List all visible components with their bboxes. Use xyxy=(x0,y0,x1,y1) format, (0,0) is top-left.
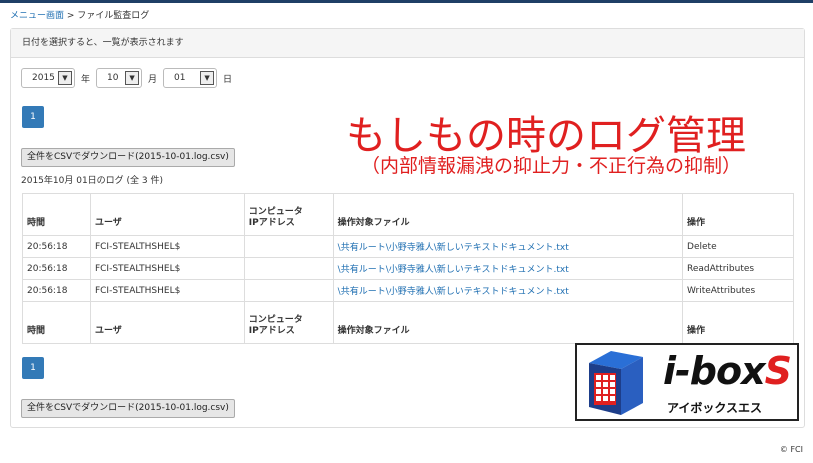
header-computer-line2: IPアドレス xyxy=(248,218,295,228)
cell-file: \共有ルート\小野寺雅人\新しいテキストドキュメント.txt xyxy=(332,257,684,280)
cell-operation: WriteAttributes xyxy=(682,279,794,302)
cell-operation: ReadAttributes xyxy=(682,257,794,280)
breadcrumb-current: ファイル監査ログ xyxy=(77,11,150,21)
table-header-row: 時間 ユーザ コンピュータ IPアドレス 操作対象ファイル 操作 xyxy=(22,193,794,236)
pagination-page-top[interactable]: 1 xyxy=(22,106,44,128)
footer-computer-line2: IPアドレス xyxy=(248,326,295,336)
cell-user: FCI-STEALTHSHEL$ xyxy=(89,279,245,302)
table-row: 20:56:18 FCI-STEALTHSHEL$ \共有ルート\小野寺雅人\新… xyxy=(22,235,794,258)
footer-file: 操作対象ファイル xyxy=(332,301,684,344)
header-user: ユーザ xyxy=(89,193,245,236)
table-footer-row: 時間 ユーザ コンピュータ IPアドレス 操作対象ファイル 操作 xyxy=(22,301,794,344)
cell-user: FCI-STEALTHSHEL$ xyxy=(89,257,245,280)
month-value: 10 xyxy=(107,73,119,83)
file-link[interactable]: \共有ルート\小野寺雅人\新しいテキストドキュメント.txt xyxy=(338,265,569,275)
logo-kana: アイボックスエス xyxy=(667,401,763,415)
download-csv-button-top[interactable]: 全件をCSVでダウンロード(2015-10-01.log.csv) xyxy=(21,148,235,167)
cell-time: 20:56:18 xyxy=(22,235,91,258)
year-label: 年 xyxy=(81,74,91,85)
cell-file: \共有ルート\小野寺雅人\新しいテキストドキュメント.txt xyxy=(332,235,684,258)
top-bar xyxy=(0,0,813,3)
log-table: 時間 ユーザ コンピュータ IPアドレス 操作対象ファイル 操作 20:56:18… xyxy=(22,193,794,344)
logo-wordmark-s: S xyxy=(764,349,792,393)
chevron-down-icon: ▼ xyxy=(58,71,72,85)
file-link[interactable]: \共有ルート\小野寺雅人\新しいテキストドキュメント.txt xyxy=(338,287,569,297)
table-row: 20:56:18 FCI-STEALTHSHEL$ \共有ルート\小野寺雅人\新… xyxy=(22,257,794,280)
breadcrumb: メニュー画面 > ファイル監査ログ xyxy=(10,8,149,21)
header-computer-line1: コンピュータ xyxy=(248,207,303,217)
cell-time: 20:56:18 xyxy=(22,257,91,280)
ibox-logo: i-boxS アイボックスエス xyxy=(575,343,799,421)
day-select[interactable]: 01 ▼ xyxy=(163,68,218,88)
month-select[interactable]: 10 ▼ xyxy=(96,68,143,88)
date-selector: 2015 ▼ 年 10 ▼ 月 01 ▼ 日 xyxy=(21,68,232,88)
header-file: 操作対象ファイル xyxy=(332,193,684,236)
pagination-page-bottom[interactable]: 1 xyxy=(22,357,44,379)
cell-operation: Delete xyxy=(682,235,794,258)
footer-user: ユーザ xyxy=(89,301,245,344)
footer-computer: コンピュータ IPアドレス xyxy=(243,301,334,344)
header-time: 時間 xyxy=(22,193,91,236)
file-link[interactable]: \共有ルート\小野寺雅人\新しいテキストドキュメント.txt xyxy=(338,243,569,253)
breadcrumb-separator: > xyxy=(64,11,78,21)
panel-instruction: 日付を選択すると、一覧が表示されます xyxy=(11,29,804,58)
logo-wordmark-main: i-box xyxy=(663,349,766,393)
cell-computer xyxy=(243,257,334,280)
box-logo-icon xyxy=(589,351,643,415)
footer-time: 時間 xyxy=(22,301,91,344)
cell-user: FCI-STEALTHSHEL$ xyxy=(89,235,245,258)
cell-computer xyxy=(243,279,334,302)
year-value: 2015 xyxy=(32,73,55,83)
day-value: 01 xyxy=(174,73,186,83)
logo-wordmark: i-boxS xyxy=(663,349,792,393)
year-select[interactable]: 2015 ▼ xyxy=(21,68,75,88)
day-label: 日 xyxy=(223,74,233,85)
header-operation: 操作 xyxy=(682,193,794,236)
cell-computer xyxy=(243,235,334,258)
promo-subline: （内部情報漏洩の抑止力・不正行為の抑制） xyxy=(361,155,742,177)
table-row: 20:56:18 FCI-STEALTHSHEL$ \共有ルート\小野寺雅人\新… xyxy=(22,279,794,302)
download-csv-button-bottom[interactable]: 全件をCSVでダウンロード(2015-10-01.log.csv) xyxy=(21,399,235,418)
breadcrumb-menu-link[interactable]: メニュー画面 xyxy=(10,11,64,21)
header-computer: コンピュータ IPアドレス xyxy=(243,193,334,236)
cell-time: 20:56:18 xyxy=(22,279,91,302)
footer-operation: 操作 xyxy=(682,301,794,344)
month-label: 月 xyxy=(148,74,158,85)
copyright: © FCI xyxy=(779,445,803,454)
chevron-down-icon: ▼ xyxy=(200,71,215,85)
cell-file: \共有ルート\小野寺雅人\新しいテキストドキュメント.txt xyxy=(332,279,684,302)
log-title: 2015年10月 01日のログ (全 3 件) xyxy=(21,176,164,186)
footer-computer-line1: コンピュータ xyxy=(248,315,303,325)
chevron-down-icon: ▼ xyxy=(125,71,140,85)
